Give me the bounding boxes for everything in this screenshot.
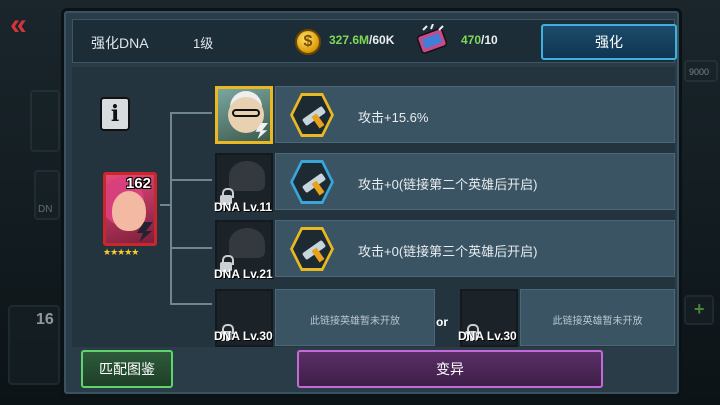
- dna-level: 1级: [193, 36, 214, 51]
- dna-required: /10: [481, 33, 498, 47]
- connector-line: [160, 204, 170, 206]
- slot-level-label: DNA Lv.30: [458, 329, 517, 343]
- dna-icon: [416, 24, 448, 54]
- unavailable-text: 此链接英雄暂未开放: [552, 316, 643, 327]
- link-bonus-text: 攻击+0(链接第二个英雄后开启): [358, 177, 538, 192]
- coin-icon: $: [295, 29, 321, 55]
- coin-required: /60K: [369, 33, 395, 47]
- background-text: DN: [38, 204, 53, 215]
- background-card: +: [684, 295, 714, 325]
- background-text: 9000: [689, 67, 710, 77]
- panel-header: 强化DNA 1级 $ 327.6M/60K 470/10 强化: [72, 19, 677, 63]
- sword-badge-inner: [293, 96, 331, 134]
- mutate-button[interactable]: 变异: [297, 350, 603, 388]
- back-arrows-icon[interactable]: «: [10, 10, 46, 40]
- dna-counter: 470/10: [461, 33, 498, 47]
- dna-panel: 强化DNA 1级 $ 327.6M/60K 470/10 强化 i 162 ★★…: [61, 8, 682, 397]
- link-area: i 162 ★★★★★ 攻击+15.6% DNA Lv.11 攻击+0(链接第二…: [72, 67, 675, 347]
- background-card: 9000: [684, 60, 718, 82]
- link-row-3: 攻击+0(链接第三个英雄后开启): [275, 220, 675, 277]
- panel-title: 强化DNA: [91, 35, 149, 51]
- hero-card[interactable]: 162: [103, 172, 157, 246]
- connector-line: [170, 247, 212, 249]
- link-bonus-text: 攻击+15.6%: [358, 110, 429, 125]
- sword-hilt: [311, 113, 325, 129]
- sword-hilt: [311, 247, 325, 263]
- connector-line: [170, 303, 212, 305]
- coin-counter: 327.6M/60K: [329, 33, 394, 47]
- connector-line: [170, 112, 172, 304]
- background-text: 16: [36, 311, 54, 328]
- or-label: or: [436, 315, 448, 329]
- connector-line: [170, 179, 212, 181]
- connector-line: [170, 112, 212, 114]
- sword-badge-inner: [293, 163, 331, 201]
- link-row-1: 攻击+15.6%: [275, 86, 675, 143]
- slot-level-label: DNA Lv.21: [214, 267, 273, 281]
- sword-icon: [290, 93, 334, 137]
- slot-level-label: DNA Lv.11: [214, 200, 273, 214]
- sword-hilt: [311, 180, 325, 196]
- slot-level-label: DNA Lv.30: [214, 329, 273, 343]
- background-card: [30, 90, 60, 152]
- link-slot-1[interactable]: [215, 86, 273, 144]
- sword-badge-inner: [293, 230, 331, 268]
- sword-icon: [290, 227, 334, 271]
- locked-hero-silhouette: [229, 161, 265, 191]
- glasses-icon: [232, 109, 260, 117]
- link-row-4a: 此链接英雄暂未开放: [275, 289, 435, 346]
- link-row-2: 攻击+0(链接第二个英雄后开启): [275, 153, 675, 210]
- background-card: DN: [34, 170, 60, 220]
- link-row-4b: 此链接英雄暂未开放: [520, 289, 675, 346]
- hero-portrait: [112, 191, 146, 231]
- match-atlas-button[interactable]: 匹配图鉴: [81, 350, 173, 388]
- star-icon: ★★★★★: [103, 247, 139, 257]
- upgrade-button[interactable]: 强化: [541, 24, 677, 60]
- coin-current: 327.6M: [329, 33, 370, 47]
- locked-hero-silhouette: [229, 228, 265, 258]
- hero-number: 162: [125, 175, 151, 192]
- background-plus-icon: +: [694, 299, 705, 319]
- unavailable-text: 此链接英雄暂未开放: [310, 316, 400, 327]
- info-icon[interactable]: i: [100, 97, 130, 131]
- link-bonus-text: 攻击+0(链接第三个英雄后开启): [358, 244, 538, 259]
- background-card: 16: [8, 305, 60, 385]
- dna-current: 470: [461, 33, 482, 47]
- sword-icon: [290, 160, 334, 204]
